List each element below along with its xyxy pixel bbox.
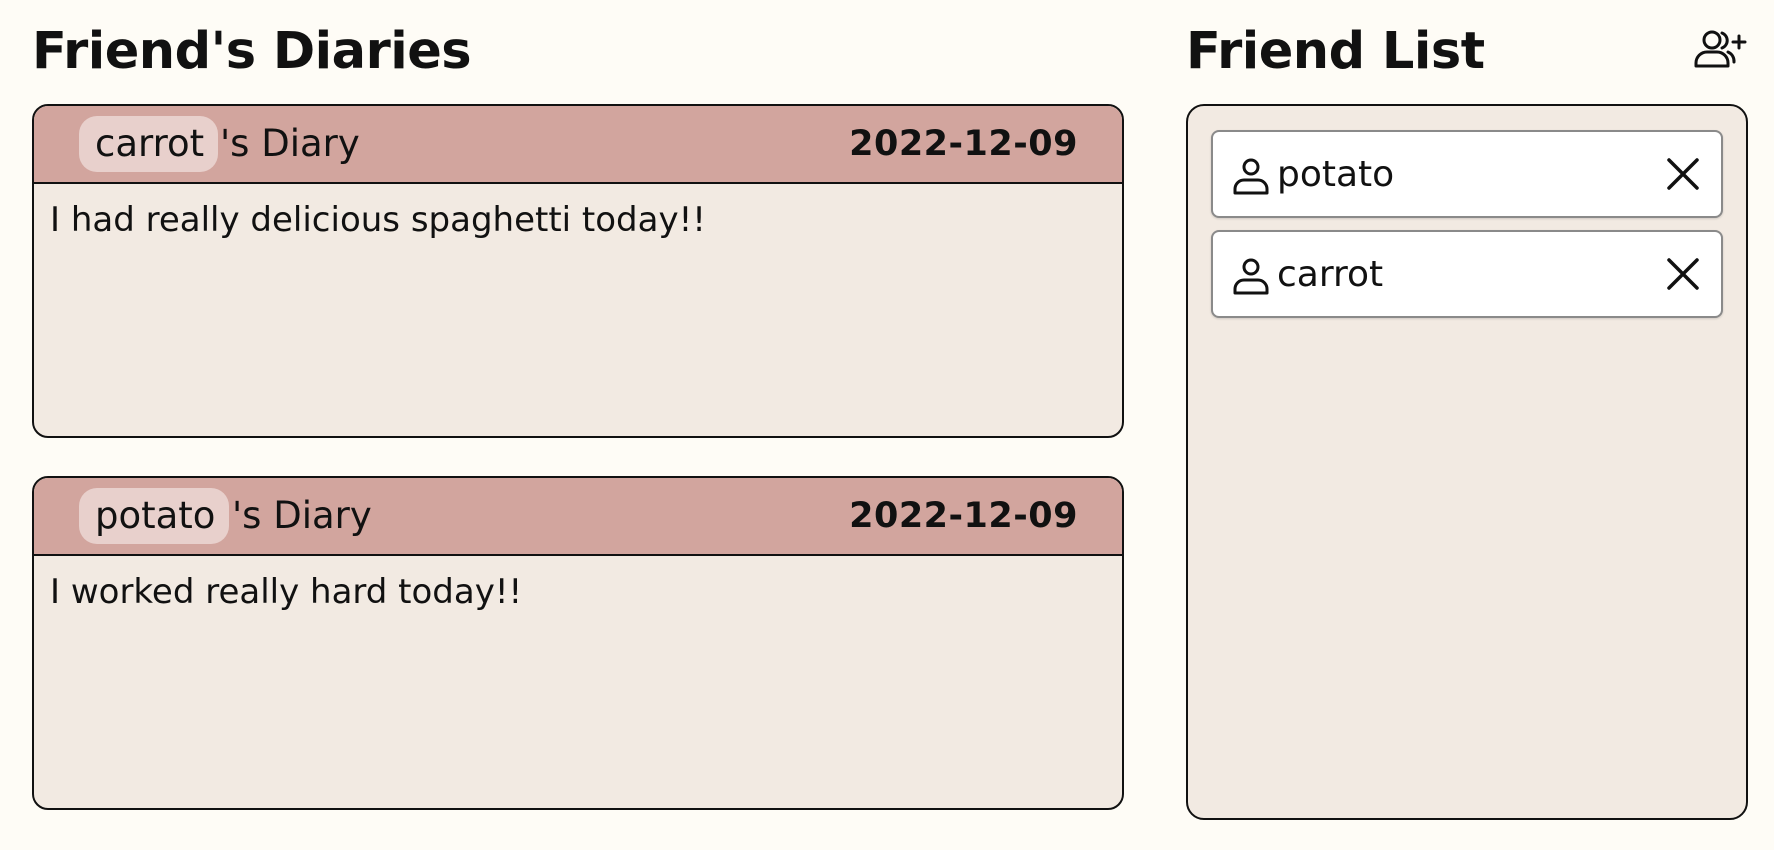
- remove-friend-button[interactable]: [1663, 254, 1703, 294]
- diary-card: potato 's Diary 2022-12-09 I worked real…: [32, 476, 1124, 810]
- add-friend-button[interactable]: [1692, 28, 1748, 72]
- diary-title-suffix: 's Diary: [232, 494, 372, 537]
- close-icon: [1667, 258, 1699, 290]
- remove-friend-button[interactable]: [1663, 154, 1703, 194]
- diary-date: 2022-12-09: [849, 124, 1078, 164]
- friend-list-title: Friend List: [1186, 22, 1485, 81]
- diary-card: carrot 's Diary 2022-12-09 I had really …: [32, 104, 1124, 438]
- friend-list-panel: potato carrot: [1186, 104, 1748, 820]
- friend-item[interactable]: carrot: [1211, 230, 1723, 318]
- friend-item[interactable]: potato: [1211, 130, 1723, 218]
- user-icon: [1231, 256, 1271, 296]
- diary-title-suffix: 's Diary: [220, 122, 360, 165]
- close-icon: [1667, 158, 1699, 190]
- diaries-title: Friend's Diaries: [32, 22, 472, 81]
- diary-author[interactable]: potato: [79, 488, 230, 544]
- diary-header: carrot 's Diary 2022-12-09: [34, 106, 1122, 184]
- user-icon: [1231, 156, 1271, 196]
- user-plus-icon: [1694, 30, 1747, 68]
- friend-name: potato: [1277, 154, 1395, 195]
- diary-content: I worked really hard today!!: [50, 572, 523, 612]
- friend-name: carrot: [1277, 254, 1384, 295]
- diary-header: potato 's Diary 2022-12-09: [34, 478, 1122, 556]
- diary-content: I had really delicious spaghetti today!!: [50, 200, 706, 240]
- diary-date: 2022-12-09: [849, 496, 1078, 536]
- diary-author[interactable]: carrot: [79, 116, 219, 172]
